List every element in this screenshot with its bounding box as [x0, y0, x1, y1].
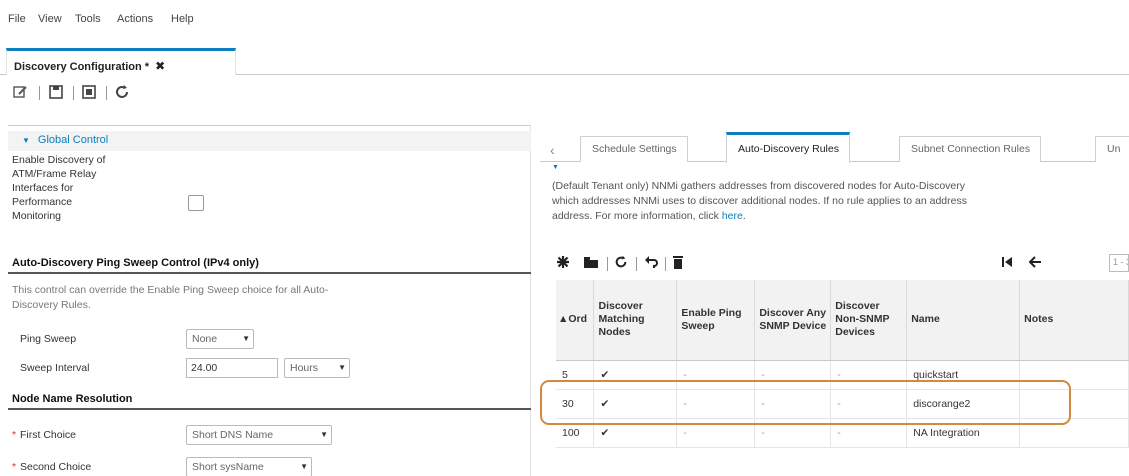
menu-help[interactable]: Help	[171, 13, 194, 25]
first-page-icon[interactable]	[1001, 255, 1013, 272]
help-link[interactable]: here	[722, 210, 743, 222]
cell-any-snmp: -	[754, 389, 832, 419]
sweep-interval-unit-select[interactable]: Hours ▼	[284, 358, 350, 378]
collapse-triangle-icon[interactable]: ▼	[552, 164, 559, 171]
cell-notes	[1019, 389, 1129, 419]
ping-sweep-help-text: This control can override the Enable Pin…	[12, 284, 329, 311]
tab-discovery-configuration[interactable]: Discovery Configuration * ✖	[6, 48, 236, 75]
table-row[interactable]: 30 ✔ - - - discorange2	[556, 389, 1129, 419]
first-choice-select[interactable]: Short DNS Name ▼	[186, 425, 332, 445]
cell-notes	[1019, 360, 1129, 390]
ping-sweep-section-title: Auto-Discovery Ping Sweep Control (IPv4 …	[8, 257, 531, 274]
cell-any-snmp: -	[754, 418, 832, 448]
grid-toolbar: 1 - 3 o	[556, 252, 1129, 276]
chevron-down-icon: ▼	[320, 430, 328, 439]
cell-order: 5	[556, 360, 595, 390]
column-header-name[interactable]: Name	[906, 280, 1021, 361]
cell-ping: -	[676, 389, 756, 419]
atm-frame-relay-label: Enable Discovery of ATM/Frame Relay Inte…	[12, 154, 106, 222]
menu-tools[interactable]: Tools	[75, 13, 101, 25]
undo-icon[interactable]	[644, 255, 658, 272]
save-icon[interactable]	[48, 84, 64, 100]
auto-discovery-description: (Default Tenant only) NNMi gathers addre…	[552, 180, 967, 222]
first-choice-label: First Choice	[12, 428, 76, 442]
menu-bar: File View Tools Actions Help	[0, 0, 1129, 36]
check-icon: ✔	[593, 389, 678, 419]
close-tab-icon[interactable]: ✖	[155, 59, 165, 73]
page-range-field[interactable]: 1 - 3 o	[1109, 254, 1129, 272]
tab-more[interactable]: Un	[1095, 136, 1129, 162]
cell-ping: -	[676, 360, 756, 390]
column-header-notes[interactable]: Notes	[1019, 280, 1129, 361]
refresh-icon[interactable]	[614, 255, 628, 272]
cell-any-snmp: -	[754, 360, 832, 390]
form-toolbar	[0, 78, 1129, 108]
chevron-down-icon: ▼	[300, 462, 308, 471]
atm-frame-relay-checkbox[interactable]	[188, 195, 204, 211]
check-icon: ✔	[593, 418, 678, 448]
collapse-triangle-icon: ▼	[22, 136, 30, 145]
new-icon[interactable]	[556, 255, 570, 272]
refresh-icon[interactable]	[114, 84, 130, 100]
sweep-interval-input[interactable]: 24.00	[186, 358, 278, 378]
column-header-discover-any-snmp[interactable]: Discover Any SNMP Device	[754, 280, 832, 361]
menu-actions[interactable]: Actions	[117, 13, 153, 25]
table-row[interactable]: 100 ✔ - - - NA Integration	[556, 418, 1129, 448]
cell-non-snmp: -	[830, 360, 908, 390]
column-header-discover-matching-nodes[interactable]: Discover Matching Nodes	[593, 280, 678, 361]
cell-non-snmp: -	[830, 389, 908, 419]
cell-non-snmp: -	[830, 418, 908, 448]
cell-name: NA Integration	[906, 418, 1021, 448]
column-header-enable-ping-sweep[interactable]: Enable Ping Sweep	[676, 280, 756, 361]
menu-view[interactable]: View	[38, 13, 62, 25]
sweep-interval-label: Sweep Interval	[20, 362, 90, 374]
ping-sweep-select[interactable]: None ▼	[186, 329, 254, 349]
previous-page-icon[interactable]	[1028, 255, 1042, 272]
auto-discovery-rules-table: ▲Ord Discover Matching Nodes Enable Ping…	[556, 280, 1129, 448]
table-header-row: ▲Ord Discover Matching Nodes Enable Ping…	[556, 280, 1129, 361]
chevron-down-icon: ▼	[338, 363, 346, 372]
tab-subnet-connection-rules[interactable]: Subnet Connection Rules	[899, 136, 1042, 162]
cell-order: 100	[556, 418, 595, 448]
column-header-discover-non-snmp[interactable]: Discover Non-SNMP Devices	[830, 280, 908, 361]
edit-icon[interactable]	[12, 84, 28, 100]
second-choice-label: Second Choice	[12, 460, 91, 474]
column-header-order[interactable]: ▲Ord	[556, 280, 595, 361]
ping-sweep-label: Ping Sweep	[20, 333, 77, 345]
tab-schedule-settings[interactable]: Schedule Settings	[580, 136, 688, 162]
second-choice-select[interactable]: Short sysName ▼	[186, 457, 312, 476]
check-icon: ✔	[593, 360, 678, 390]
open-folder-icon[interactable]	[583, 255, 599, 272]
global-control-header[interactable]: ▼ Global Control	[8, 131, 531, 151]
config-tab-bar: ‹ Schedule Settings Auto-Discovery Rules…	[540, 124, 1129, 163]
tab-auto-discovery-rules[interactable]: Auto-Discovery Rules	[726, 132, 850, 163]
cell-notes	[1019, 418, 1129, 448]
document-tab-strip: Discovery Configuration * ✖	[0, 38, 1129, 75]
cell-name: quickstart	[906, 360, 1021, 390]
delete-icon[interactable]	[672, 255, 684, 272]
menu-file[interactable]: File	[8, 13, 26, 25]
cell-order: 30	[556, 389, 595, 419]
tab-scroll-left-icon[interactable]: ‹	[550, 142, 555, 158]
left-form-pane: ▼ Global Control Enable Discovery of ATM/…	[8, 125, 531, 476]
table-row[interactable]: 5 ✔ - - - quickstart	[556, 360, 1129, 390]
cell-name: discorange2	[906, 389, 1021, 419]
cell-ping: -	[676, 418, 756, 448]
save-and-close-icon[interactable]	[81, 84, 97, 100]
node-name-resolution-title: Node Name Resolution	[8, 393, 531, 410]
right-tabbed-pane: ‹ Schedule Settings Auto-Discovery Rules…	[540, 118, 1129, 476]
tab-title: Discovery Configuration *	[14, 61, 150, 73]
chevron-down-icon: ▼	[242, 334, 250, 343]
